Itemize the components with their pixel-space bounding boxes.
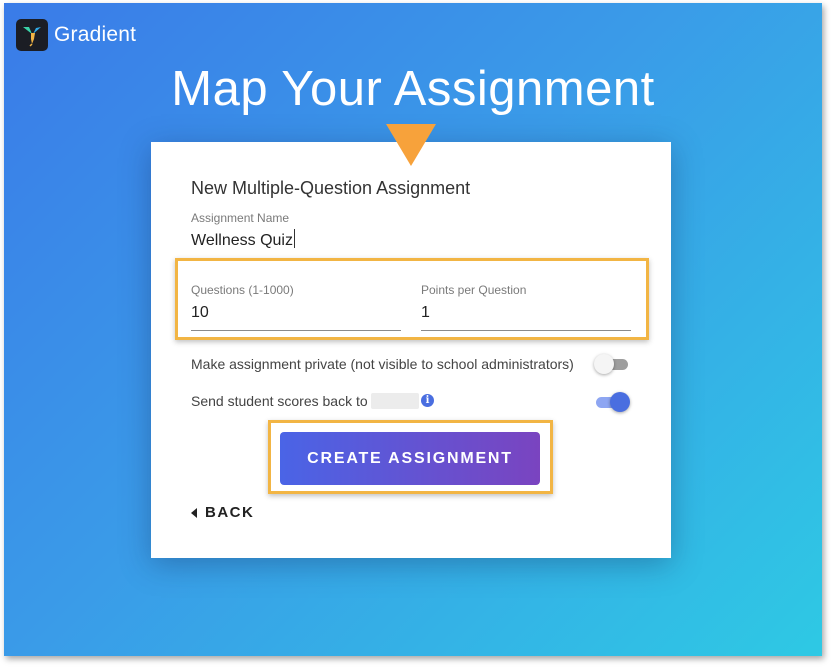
send-scores-label: Send student scores back to bbox=[191, 393, 419, 409]
info-icon[interactable]: i bbox=[421, 394, 434, 407]
page-title: Map Your Assignment bbox=[171, 62, 655, 116]
fields-highlight-box bbox=[175, 258, 649, 340]
caret-left-icon bbox=[191, 507, 197, 518]
private-toggle-knob bbox=[594, 354, 614, 374]
assignment-form-card: New Multiple-Question Assignment Assignm… bbox=[151, 142, 671, 558]
app-logo[interactable]: Gradient bbox=[16, 19, 136, 51]
create-assignment-button[interactable]: CREATE ASSIGNMENT bbox=[280, 432, 540, 485]
assignment-name-value: Wellness Quiz bbox=[191, 232, 293, 249]
hummingbird-logo-icon bbox=[16, 19, 48, 51]
form-title: New Multiple-Question Assignment bbox=[191, 178, 471, 198]
back-button[interactable]: BACK bbox=[191, 504, 254, 521]
text-cursor bbox=[293, 229, 295, 248]
send-scores-toggle-knob bbox=[610, 392, 630, 412]
private-toggle-label: Make assignment private (not visible to … bbox=[191, 356, 574, 372]
down-triangle-pointer-icon bbox=[386, 124, 436, 166]
private-toggle[interactable] bbox=[594, 354, 630, 374]
assignment-name-label: Assignment Name bbox=[191, 211, 290, 225]
redacted-destination bbox=[370, 393, 419, 409]
send-scores-toggle[interactable] bbox=[594, 392, 630, 412]
app-name: Gradient bbox=[54, 23, 137, 46]
send-scores-text: Send student scores back to bbox=[191, 393, 368, 409]
app-background: Gradient Map Your Assignment New Multipl… bbox=[4, 3, 822, 656]
assignment-name-input[interactable]: Wellness Quiz bbox=[191, 229, 295, 250]
back-label: BACK bbox=[205, 504, 255, 521]
